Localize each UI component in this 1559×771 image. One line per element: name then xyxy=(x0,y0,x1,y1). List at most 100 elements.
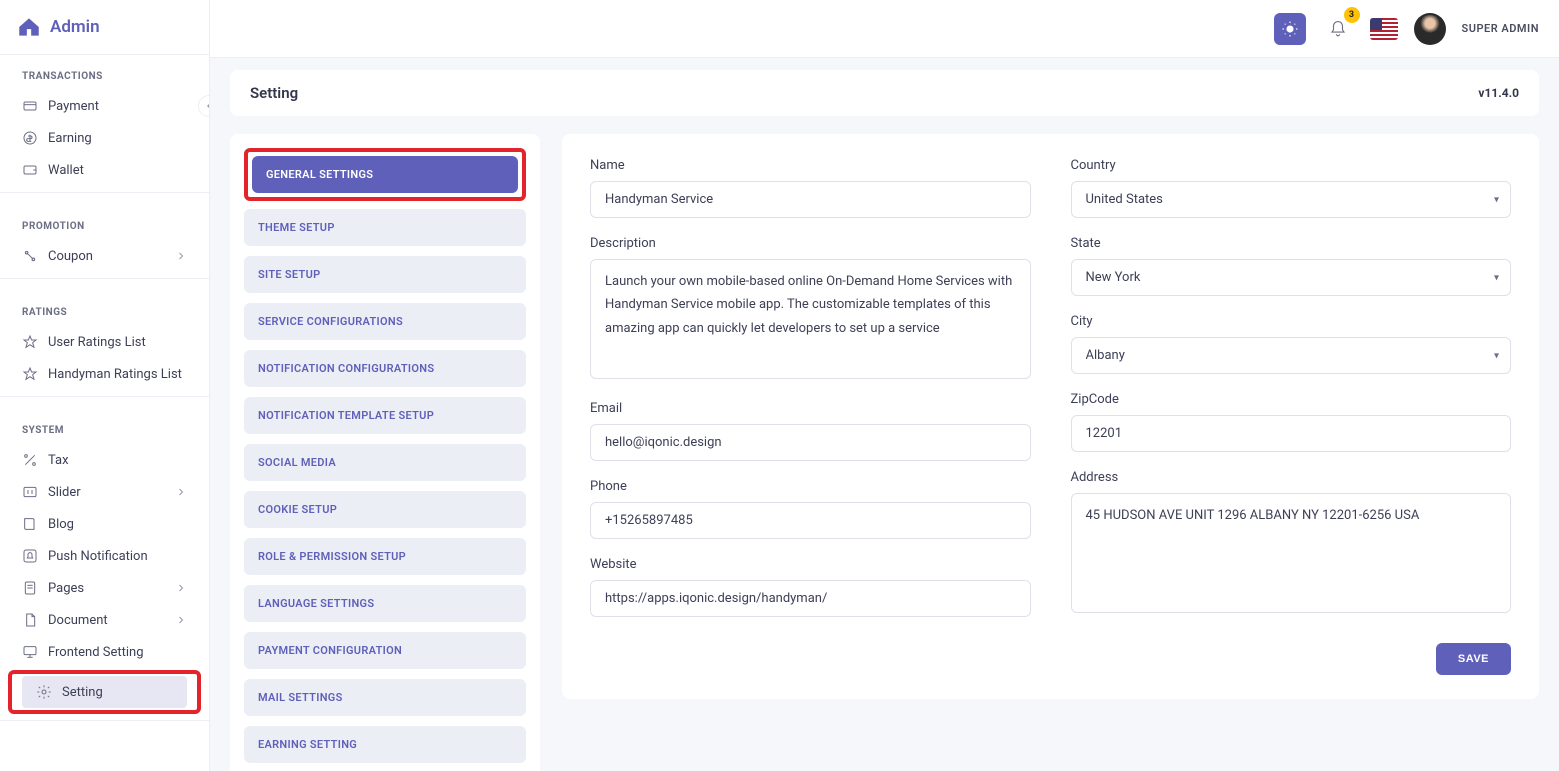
settings-tab-general-settings[interactable]: GENERAL SETTINGS xyxy=(252,156,518,193)
dollar-icon xyxy=(22,130,38,146)
state-label: State xyxy=(1071,236,1512,251)
settings-tab-social-media[interactable]: SOCIAL MEDIA xyxy=(244,444,526,481)
topbar: 3 SUPER ADMIN xyxy=(210,0,1559,58)
settings-tab-notification-configurations[interactable]: NOTIFICATION CONFIGURATIONS xyxy=(244,350,526,387)
settings-tab-language-settings[interactable]: LANGUAGE SETTINGS xyxy=(244,585,526,622)
sidebar-item-slider[interactable]: Slider xyxy=(0,476,209,508)
notifications-button[interactable]: 3 xyxy=(1322,13,1354,45)
percent2-icon xyxy=(22,452,38,468)
sidebar-item-frontend-setting[interactable]: Frontend Setting xyxy=(0,636,209,668)
brand-text: Admin xyxy=(50,17,100,37)
sidebar-item-label: Wallet xyxy=(48,163,84,178)
settings-tabs-card: GENERAL SETTINGS THEME SETUP SITE SETUP SER… xyxy=(230,134,540,771)
sidebar-item-label: Frontend Setting xyxy=(48,645,144,660)
city-select[interactable]: Albany xyxy=(1071,337,1512,374)
pages-icon xyxy=(22,580,38,596)
website-input[interactable] xyxy=(590,580,1031,617)
card-icon xyxy=(22,98,38,114)
address-textarea[interactable]: 45 HUDSON AVE UNIT 1296 ALBANY NY 12201-… xyxy=(1071,493,1512,613)
section-heading: TRANSACTIONS xyxy=(0,55,209,90)
country-select[interactable]: United States xyxy=(1071,181,1512,218)
document-icon xyxy=(22,612,38,628)
phone-input[interactable] xyxy=(590,502,1031,539)
slider-icon xyxy=(22,484,38,500)
sidebar-item-label: Handyman Ratings List xyxy=(48,367,182,382)
settings-tab-payment-configuration[interactable]: PAYMENT CONFIGURATION xyxy=(244,632,526,669)
user-role-label[interactable]: SUPER ADMIN xyxy=(1462,22,1540,35)
sidebar-item-coupon[interactable]: Coupon xyxy=(0,240,209,272)
sidebar-item-label: User Ratings List xyxy=(48,335,146,350)
country-label: Country xyxy=(1071,158,1512,173)
settings-tab-mail-settings[interactable]: MAIL SETTINGS xyxy=(244,679,526,716)
sidebar-item-label: Document xyxy=(48,613,108,628)
sidebar-item-wallet[interactable]: Wallet xyxy=(0,154,209,186)
settings-tab-role-permission-setup[interactable]: ROLE & PERMISSION SETUP xyxy=(244,538,526,575)
chevron-right-icon xyxy=(175,486,187,498)
user-avatar[interactable] xyxy=(1414,13,1446,45)
sidebar-item-label: Coupon xyxy=(48,249,93,264)
settings-tab-service-configurations[interactable]: SERVICE CONFIGURATIONS xyxy=(244,303,526,340)
website-label: Website xyxy=(590,557,1031,572)
sidebar-item-label: Pages xyxy=(48,581,84,596)
sidebar-item-push-notification[interactable]: Push Notification xyxy=(0,540,209,572)
zipcode-label: ZipCode xyxy=(1071,392,1512,407)
name-label: Name xyxy=(590,158,1031,173)
sidebar-item-tax[interactable]: Tax xyxy=(0,444,209,476)
sidebar-item-setting[interactable]: Setting xyxy=(22,676,187,708)
content-area: Setting v11.4.0 GENERAL SETTINGS THEME SE… xyxy=(210,58,1559,771)
sidebar-item-label: Tax xyxy=(48,453,69,468)
sidebar-item-label: Blog xyxy=(48,517,74,532)
settings-tab-cookie-setup[interactable]: COOKIE SETUP xyxy=(244,491,526,528)
sidebar-item-handyman-ratings-list[interactable]: Handyman Ratings List xyxy=(0,358,209,390)
email-label: Email xyxy=(590,401,1031,416)
settings-form-card: Name Description Launch your own mobile-… xyxy=(562,134,1539,699)
chevron-right-icon xyxy=(175,582,187,594)
brand[interactable]: Admin xyxy=(0,0,209,55)
description-textarea[interactable]: Launch your own mobile-based online On-D… xyxy=(590,259,1031,379)
sidebar-item-blog[interactable]: Blog xyxy=(0,508,209,540)
section-heading: PROMOTION xyxy=(0,205,209,240)
star-icon xyxy=(22,334,38,350)
save-button[interactable]: SAVE xyxy=(1436,643,1511,675)
wallet-icon xyxy=(22,162,38,178)
zipcode-input[interactable] xyxy=(1071,415,1512,452)
sidebar-item-document[interactable]: Document xyxy=(0,604,209,636)
settings-tab-site-setup[interactable]: SITE SETUP xyxy=(244,256,526,293)
section-heading: SYSTEM xyxy=(0,409,209,444)
notification-badge: 3 xyxy=(1344,7,1360,23)
email-input[interactable] xyxy=(590,424,1031,461)
main: 3 SUPER ADMIN Setting v11.4.0 GENERAL SE… xyxy=(210,0,1559,771)
sidebar-item-payment[interactable]: Payment xyxy=(0,90,209,122)
sidebar-item-label: Push Notification xyxy=(48,549,148,564)
sidebar-item-label: Earning xyxy=(48,131,92,146)
city-label: City xyxy=(1071,314,1512,329)
chevron-right-icon xyxy=(175,614,187,626)
bell-square-icon xyxy=(22,548,38,564)
state-select[interactable]: New York xyxy=(1071,259,1512,296)
sidebar-item-user-ratings-list[interactable]: User Ratings List xyxy=(0,326,209,358)
sidebar-item-label: Slider xyxy=(48,485,81,500)
gear-icon xyxy=(36,684,52,700)
brand-icon xyxy=(16,14,42,40)
sidebar-item-pages[interactable]: Pages xyxy=(0,572,209,604)
sun-icon xyxy=(1281,20,1299,38)
highlight-box: Setting xyxy=(8,670,201,714)
sidebar-item-label: Setting xyxy=(62,685,103,700)
phone-label: Phone xyxy=(590,479,1031,494)
settings-tab-notification-template-setup[interactable]: NOTIFICATION TEMPLATE SETUP xyxy=(244,397,526,434)
theme-toggle-button[interactable] xyxy=(1274,13,1306,45)
highlight-box: GENERAL SETTINGS xyxy=(244,148,526,201)
chevron-right-icon xyxy=(175,250,187,262)
page-title: Setting xyxy=(250,84,298,102)
version-label: v11.4.0 xyxy=(1478,86,1519,100)
name-input[interactable] xyxy=(590,181,1031,218)
settings-tab-theme-setup[interactable]: THEME SETUP xyxy=(244,209,526,246)
sidebar: Admin TRANSACTIONS Payment Earning Wallet PR… xyxy=(0,0,210,771)
percent-icon xyxy=(22,248,38,264)
settings-tab-earning-setting[interactable]: EARNING SETTING xyxy=(244,726,526,763)
sidebar-item-label: Payment xyxy=(48,99,99,114)
address-label: Address xyxy=(1071,470,1512,485)
description-label: Description xyxy=(590,236,1031,251)
sidebar-item-earning[interactable]: Earning xyxy=(0,122,209,154)
language-flag-button[interactable] xyxy=(1370,18,1398,40)
